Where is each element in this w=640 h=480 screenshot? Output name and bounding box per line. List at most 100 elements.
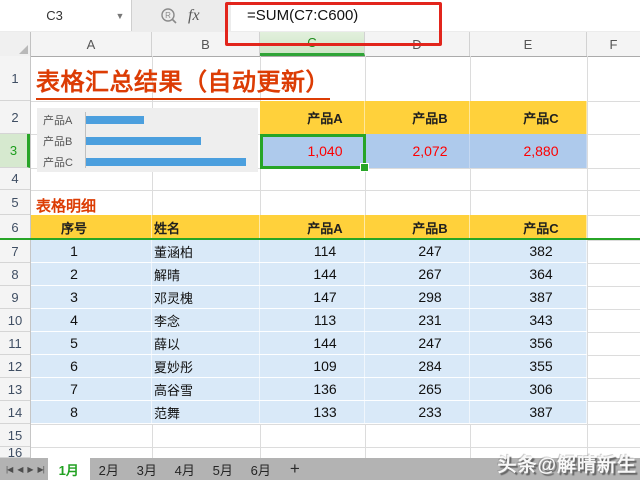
cell[interactable]: 1 — [31, 240, 152, 262]
fill-handle[interactable] — [360, 163, 369, 172]
cell-e3[interactable]: 2,880 — [470, 134, 587, 168]
cell[interactable]: 382 — [470, 240, 587, 262]
cell[interactable]: 109 — [260, 355, 365, 377]
cell[interactable]: 355 — [470, 355, 587, 377]
last-sheet-button[interactable]: ▶| — [38, 465, 45, 474]
cell[interactable]: 7 — [31, 378, 152, 400]
cell[interactable]: 343 — [470, 309, 587, 331]
cell[interactable]: 范舞 — [152, 401, 260, 423]
table-row: 1 董涵柏 114 247 382 — [31, 240, 587, 263]
cell[interactable]: 306 — [470, 378, 587, 400]
cell[interactable]: 8 — [31, 401, 152, 423]
freeze-pane-line — [0, 238, 640, 240]
cell[interactable]: 298 — [365, 286, 470, 308]
sheet-tab-6[interactable]: 6月 — [242, 458, 280, 480]
detail-header-cell[interactable]: 产品B — [365, 215, 470, 240]
sheet-tab-5[interactable]: 5月 — [204, 458, 242, 480]
cell[interactable]: 144 — [260, 263, 365, 285]
detail-header-row: 序号 姓名 产品A 产品B 产品C — [31, 215, 587, 240]
cell[interactable]: 387 — [470, 286, 587, 308]
sheet-tab-2[interactable]: 2月 — [90, 458, 128, 480]
gridline — [31, 424, 640, 425]
cell[interactable]: 113 — [260, 309, 365, 331]
column-header-f[interactable]: F — [587, 32, 640, 56]
column-header-a[interactable]: A — [31, 32, 152, 56]
cell[interactable]: 邓灵槐 — [152, 286, 260, 308]
cell[interactable]: 高谷雪 — [152, 378, 260, 400]
summary-header-cell[interactable]: 产品A — [260, 101, 365, 134]
cell[interactable]: 233 — [365, 401, 470, 423]
name-box[interactable]: C3 ▼ — [0, 0, 132, 31]
row-header-5[interactable]: 5 — [0, 190, 30, 215]
row-header-3[interactable]: 3 — [0, 134, 30, 168]
cell[interactable]: 3 — [31, 286, 152, 308]
cell[interactable]: 夏妙彤 — [152, 355, 260, 377]
sheet-tab-1[interactable]: 1月 — [47, 458, 90, 480]
row-header-2[interactable]: 2 — [0, 101, 30, 134]
cell[interactable]: 147 — [260, 286, 365, 308]
cell[interactable]: 265 — [365, 378, 470, 400]
cell[interactable]: 364 — [470, 263, 587, 285]
row-header-16[interactable]: 16 — [0, 447, 30, 458]
table-row: 6 夏妙彤 109 284 355 — [31, 355, 587, 378]
row-header-10[interactable]: 10 — [0, 309, 30, 332]
detail-header-cell[interactable]: 产品C — [470, 215, 587, 240]
cell[interactable]: 136 — [260, 378, 365, 400]
row-header-9[interactable]: 9 — [0, 286, 30, 309]
row-header-1[interactable]: 1 — [0, 56, 30, 101]
insert-function-icon[interactable]: fx — [188, 7, 200, 25]
cell[interactable]: 133 — [260, 401, 365, 423]
cell[interactable]: 6 — [31, 355, 152, 377]
add-sheet-button[interactable]: + — [280, 458, 310, 480]
row-header-12[interactable]: 12 — [0, 355, 30, 378]
cell[interactable]: 2 — [31, 263, 152, 285]
detail-section-label[interactable]: 表格明细 — [36, 195, 96, 216]
cell[interactable]: 387 — [470, 401, 587, 423]
cell[interactable]: 144 — [260, 332, 365, 354]
sheet-title-cell[interactable]: 表格汇总结果（自动更新） — [36, 62, 330, 100]
cell[interactable]: 267 — [365, 263, 470, 285]
summary-header-cell[interactable]: 产品C — [470, 101, 587, 134]
watermark: 头条@解晴新生 — [497, 455, 637, 476]
cell[interactable]: 4 — [31, 309, 152, 331]
cell[interactable]: 247 — [365, 240, 470, 262]
row-header-6[interactable]: 6 — [0, 215, 30, 240]
next-sheet-button[interactable]: ▶ — [27, 465, 33, 474]
row-header-4[interactable]: 4 — [0, 168, 30, 190]
magnifier-icon[interactable]: R — [160, 7, 178, 25]
first-sheet-button[interactable]: |◀ — [6, 465, 13, 474]
row-header-15[interactable]: 15 — [0, 424, 30, 447]
name-box-dropdown-icon[interactable]: ▼ — [109, 11, 131, 21]
gridline — [31, 190, 640, 191]
select-all-corner[interactable] — [0, 32, 31, 56]
detail-header-cell[interactable]: 姓名 — [152, 215, 260, 240]
cell[interactable]: 284 — [365, 355, 470, 377]
prev-sheet-button[interactable]: ◀ — [17, 465, 23, 474]
row-header-14[interactable]: 14 — [0, 401, 30, 424]
sheet-title: 表格汇总结果（自动更新） — [36, 62, 330, 100]
cell[interactable]: 5 — [31, 332, 152, 354]
row-header-11[interactable]: 11 — [0, 332, 30, 355]
detail-header-cell[interactable]: 序号 — [31, 215, 152, 240]
sheet-tab-3[interactable]: 3月 — [128, 458, 166, 480]
row-header-8[interactable]: 8 — [0, 263, 30, 286]
summary-header-cell[interactable]: 产品B — [365, 101, 470, 134]
cell[interactable]: 薛以 — [152, 332, 260, 354]
row-header-13[interactable]: 13 — [0, 378, 30, 401]
cell[interactable]: 356 — [470, 332, 587, 354]
row-header-7[interactable]: 7 — [0, 240, 30, 263]
cell[interactable]: 解晴 — [152, 263, 260, 285]
cell[interactable]: 114 — [260, 240, 365, 262]
cell[interactable]: 231 — [365, 309, 470, 331]
cell[interactable]: 李念 — [152, 309, 260, 331]
sheet-tab-4[interactable]: 4月 — [166, 458, 204, 480]
column-header-e[interactable]: E — [470, 32, 587, 56]
embedded-bar-chart[interactable]: 产品A 产品B 产品C — [37, 108, 258, 172]
cell-d3[interactable]: 2,072 — [365, 134, 470, 168]
chart-bar-product-c — [86, 158, 246, 166]
table-row: 2 解晴 144 267 364 — [31, 263, 587, 286]
detail-header-cell[interactable]: 产品A — [260, 215, 365, 240]
cell[interactable]: 247 — [365, 332, 470, 354]
row-header-column: 1 2 3 4 5 6 7 8 9 10 11 12 13 14 15 16 — [0, 56, 31, 458]
cell[interactable]: 董涵柏 — [152, 240, 260, 262]
